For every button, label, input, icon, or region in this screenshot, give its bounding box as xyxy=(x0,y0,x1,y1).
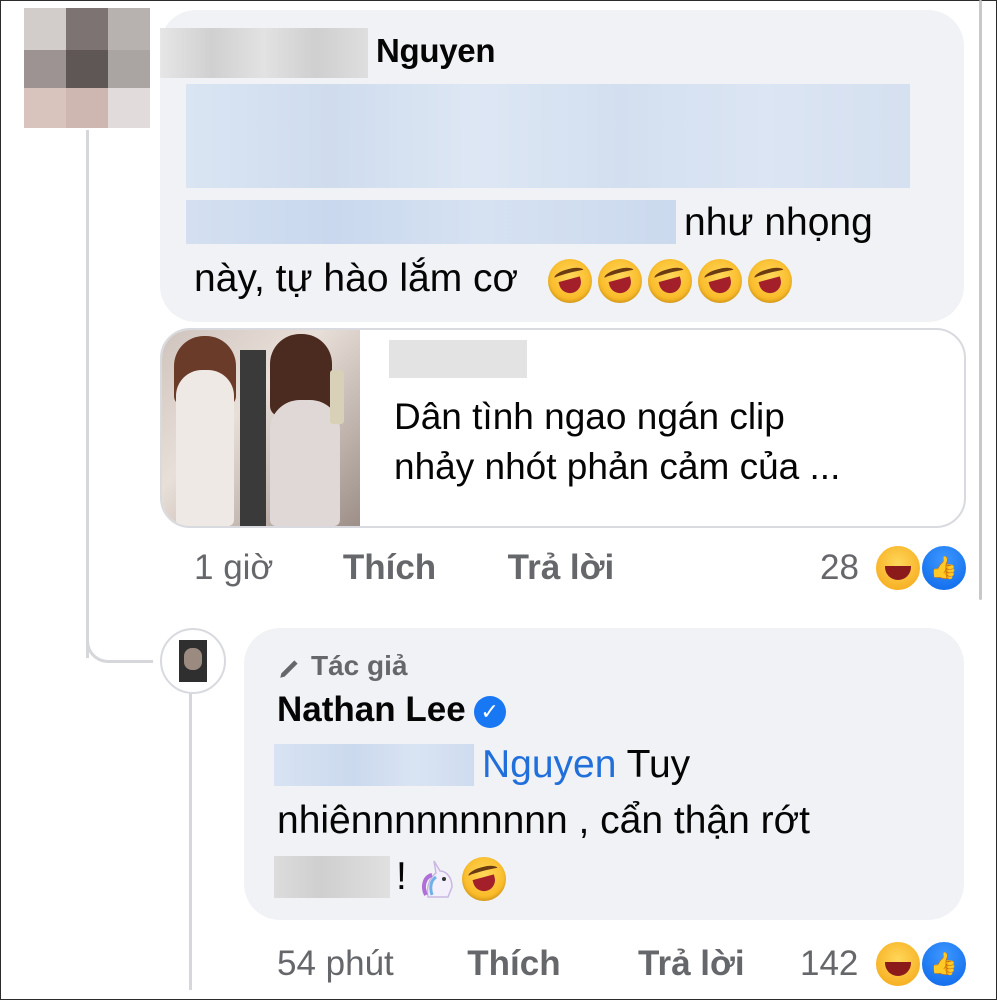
haha-reaction-icon xyxy=(874,940,922,988)
reply-text: Tuy xyxy=(626,743,691,786)
reply-button[interactable]: Trả lời xyxy=(638,944,745,983)
reply-text: ! xyxy=(396,855,407,898)
link-title[interactable]: Dân tình ngao ngán clip nhảy nhót phản c… xyxy=(394,392,954,492)
author-badge: Tác giả xyxy=(277,650,407,682)
like-button[interactable]: Thích xyxy=(343,548,436,587)
link-thumbnail xyxy=(162,330,360,526)
rofl-emoji-icon xyxy=(697,258,742,303)
comment-actions: 54 phút Thích Trả lời xyxy=(277,944,745,984)
blurred-mention xyxy=(274,744,474,786)
thread-line xyxy=(86,130,89,658)
avatar[interactable] xyxy=(160,628,226,694)
comment-actions: 1 giờ Thích Trả lời xyxy=(194,548,614,588)
comment-text: này, tự hào lắm cơ xyxy=(194,257,519,300)
comment-text-line: này, tự hào lắm cơ xyxy=(194,256,798,303)
rofl-emoji-icon xyxy=(547,258,592,303)
blurred-text xyxy=(186,200,676,244)
unicorn-emoji-icon xyxy=(421,860,453,898)
comment-author-name[interactable]: Nguyen xyxy=(376,32,496,70)
comment-author-name[interactable]: Nathan Lee ✓ xyxy=(277,690,506,730)
blurred-text xyxy=(186,84,910,188)
reply-text-line: ! xyxy=(396,854,512,901)
rofl-emoji-icon xyxy=(647,258,692,303)
comment-text-line: như nhọng xyxy=(684,201,873,244)
like-button[interactable]: Thích xyxy=(467,944,560,983)
link-preview-card[interactable]: Dân tình ngao ngán clip nhảy nhót phản c… xyxy=(160,328,966,528)
blurred-name xyxy=(160,28,368,78)
reaction-count[interactable]: 142 xyxy=(800,944,858,984)
blurred-link-source xyxy=(389,340,527,378)
author-badge-label: Tác giả xyxy=(311,650,408,681)
scrollbar[interactable] xyxy=(979,0,982,600)
rofl-emoji-icon xyxy=(747,258,792,303)
haha-reaction-icon xyxy=(874,544,922,592)
thread-connector xyxy=(86,620,153,663)
mention-link[interactable]: Nguyen xyxy=(482,743,616,786)
reaction-count[interactable]: 28 xyxy=(820,548,859,588)
comment-timestamp[interactable]: 1 giờ xyxy=(194,548,273,587)
reply-button[interactable]: Trả lời xyxy=(508,548,615,587)
author-name-text: Nathan Lee xyxy=(277,690,466,729)
thread-line-reply xyxy=(189,690,192,990)
reply-text-line: Nguyen Tuy xyxy=(482,742,690,788)
comment-timestamp[interactable]: 54 phút xyxy=(277,944,394,983)
rofl-emoji-icon xyxy=(597,258,642,303)
link-title-line: nhảy nhót phản cảm của ... xyxy=(394,446,841,487)
like-reaction-icon: 👍 xyxy=(920,544,968,592)
avatar-blurred[interactable] xyxy=(24,8,150,128)
pencil-icon xyxy=(280,660,298,678)
like-reaction-icon: 👍 xyxy=(920,940,968,988)
verified-check-icon: ✓ xyxy=(473,695,506,728)
blurred-text xyxy=(274,856,390,898)
link-title-line: Dân tình ngao ngán clip xyxy=(394,396,785,437)
reply-text-line: nhiênnnnnnnnnn , cẩn thận rớt xyxy=(277,799,810,842)
rofl-emoji-icon xyxy=(461,856,506,901)
